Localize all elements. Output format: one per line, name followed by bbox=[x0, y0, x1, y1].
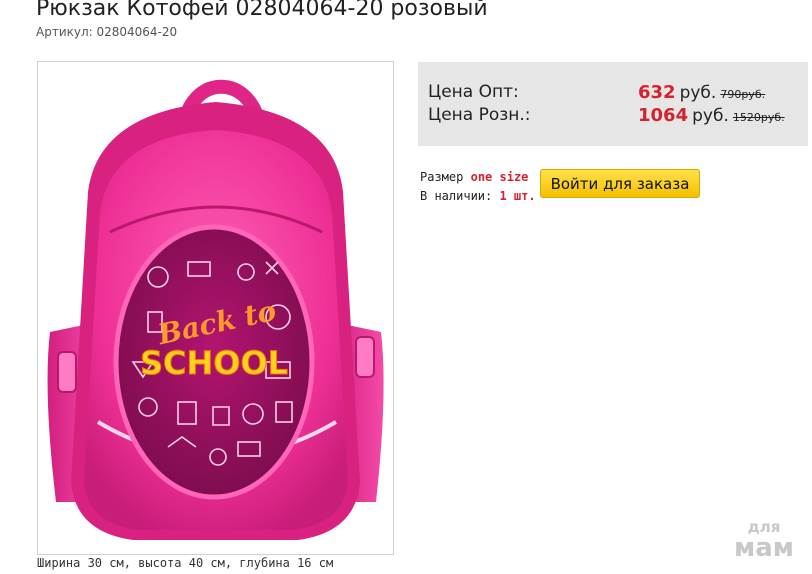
price-box: Цена Опт: 632 руб. 790руб. Цена Розн.: 106… bbox=[418, 62, 808, 146]
page-title: Рюкзак Котофей 02804064-20 розовый bbox=[36, 0, 488, 21]
watermark-logo: для мам bbox=[726, 520, 802, 563]
wholesale-price-currency: руб. bbox=[679, 83, 717, 103]
sku-label: Артикул: 02804064-20 bbox=[36, 25, 178, 39]
watermark-line2: мам bbox=[733, 533, 795, 563]
retail-price-row: Цена Розн.: 1064 руб. 1520руб. bbox=[428, 105, 808, 127]
size-value: one size bbox=[470, 170, 529, 184]
wholesale-old-price: 790руб. bbox=[720, 88, 766, 101]
stock-value: 1 шт. bbox=[499, 189, 536, 203]
image-text-school: SCHOOL bbox=[140, 344, 288, 382]
wholesale-price-amount: 632 bbox=[638, 82, 676, 103]
retail-price-amount: 1064 bbox=[638, 105, 689, 126]
retail-old-price: 1520руб. bbox=[732, 111, 785, 124]
product-dimensions: Ширина 30 см, высота 40 см, глубина 16 с… bbox=[37, 556, 334, 570]
stock-row: В наличии: 1 шт. bbox=[420, 187, 536, 206]
wholesale-price-row: Цена Опт: 632 руб. 790руб. bbox=[428, 82, 808, 104]
product-info: Размер one size В наличии: 1 шт. bbox=[420, 168, 536, 206]
wholesale-price-label: Цена Опт: bbox=[428, 82, 519, 102]
retail-price-label: Цена Розн.: bbox=[428, 105, 531, 125]
stock-label: В наличии: bbox=[420, 189, 493, 203]
backpack-illustration: Back to SCHOOL bbox=[47, 79, 384, 540]
wholesale-price-value: 632 руб. 790руб. bbox=[638, 82, 765, 103]
retail-price-currency: руб. bbox=[692, 106, 729, 126]
size-label: Размер bbox=[420, 170, 464, 184]
login-to-order-button[interactable]: Войти для заказа bbox=[540, 169, 700, 198]
product-image[interactable]: Back to SCHOOL bbox=[37, 61, 394, 555]
retail-price-value: 1064 руб. 1520руб. bbox=[638, 105, 785, 126]
size-row: Размер one size bbox=[420, 168, 536, 187]
